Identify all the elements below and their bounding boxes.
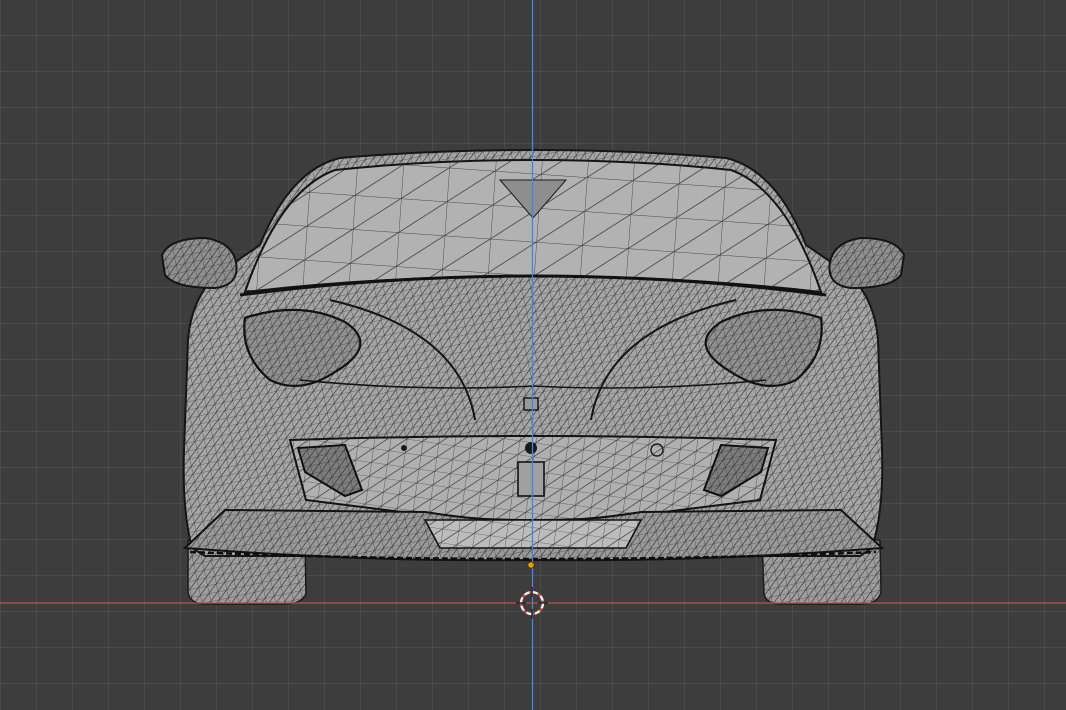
origin-point-icon[interactable] xyxy=(527,561,535,569)
3d-viewport[interactable] xyxy=(0,0,1066,710)
front-emblem xyxy=(517,461,545,497)
hood-badge xyxy=(523,397,539,411)
